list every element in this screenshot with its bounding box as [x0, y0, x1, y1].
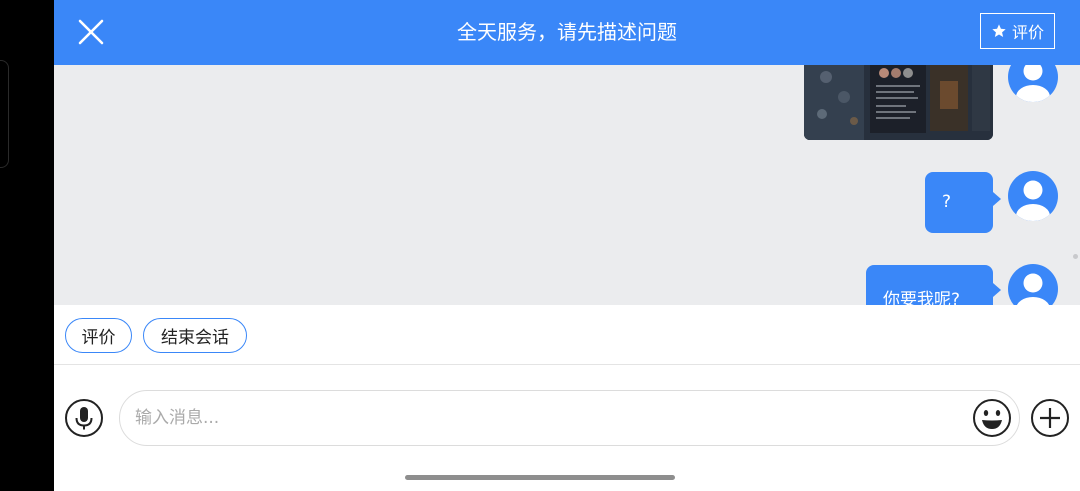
- star-icon: [992, 24, 1006, 37]
- message-list[interactable]: ? 你要我呢?: [54, 65, 1080, 305]
- user-avatar: [1008, 171, 1058, 221]
- end-session-chip[interactable]: 结束会话: [143, 318, 247, 353]
- message-bubble[interactable]: ?: [925, 172, 993, 233]
- plus-icon[interactable]: [1030, 398, 1070, 438]
- message-text: 你要我呢?: [883, 290, 961, 305]
- rate-chip[interactable]: 评价: [65, 318, 132, 353]
- microphone-icon[interactable]: [64, 398, 104, 438]
- message-image[interactable]: [804, 65, 993, 140]
- page-title: 全天服务，请先描述问题: [457, 20, 677, 44]
- composer: [54, 366, 1080, 491]
- message-text: ?: [942, 192, 952, 212]
- emoji-icon[interactable]: [972, 398, 1012, 438]
- message-bubble[interactable]: 你要我呢?: [866, 265, 993, 305]
- scrollbar[interactable]: [1073, 254, 1078, 259]
- quick-actions-bar: 评价 结束会话: [54, 305, 1080, 365]
- message-input[interactable]: [119, 390, 1020, 446]
- home-indicator[interactable]: [405, 475, 675, 480]
- rate-chip-label: 评价: [81, 328, 116, 348]
- left-device-edge: [0, 0, 54, 491]
- header-bar: 全天服务，请先描述问题 评价: [54, 0, 1080, 65]
- bubble-tail: [993, 192, 1001, 206]
- bubble-tail: [993, 283, 1001, 297]
- chat-app: 全天服务，请先描述问题 评价 ? 你要我呢? 评价 结束会话 输入消息...: [54, 0, 1080, 491]
- rate-button-label: 评价: [1011, 23, 1044, 42]
- user-avatar: [1008, 65, 1058, 102]
- user-avatar: [1008, 264, 1058, 305]
- rate-button[interactable]: 评价: [980, 13, 1055, 49]
- end-session-chip-label: 结束会话: [161, 328, 229, 348]
- device-bezel-outline: [0, 60, 9, 168]
